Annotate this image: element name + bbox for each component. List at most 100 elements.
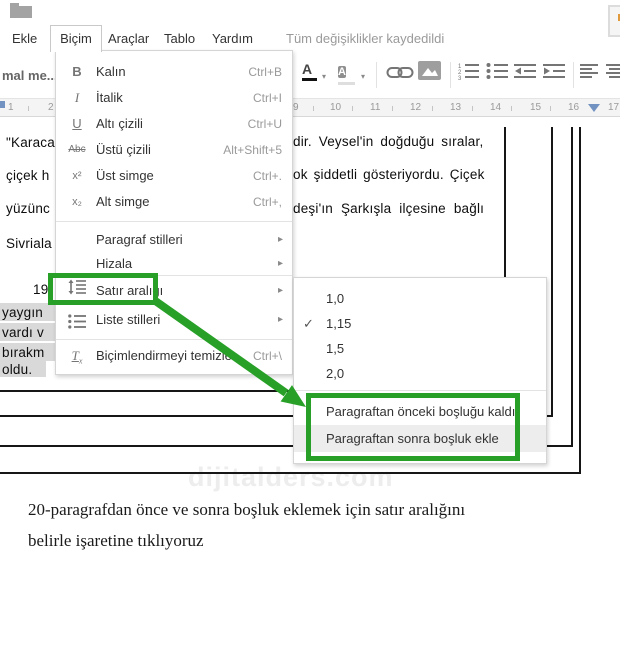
- highlight-color-button[interactable]: A: [338, 62, 355, 85]
- annotation-box-paragraph-actions: [306, 393, 520, 461]
- menu-item-shortcut: Ctrl+.: [252, 169, 282, 183]
- doc-text-selected: vardı v: [2, 325, 44, 340]
- ruler-number: 13: [450, 102, 462, 113]
- doc-text: "Karaca: [6, 135, 55, 150]
- ruler-number: 14: [490, 102, 502, 113]
- menu-tablo[interactable]: Tablo: [164, 31, 195, 46]
- margin-marker-icon[interactable]: [588, 104, 600, 112]
- menu-item-alti-cizili[interactable]: U Altı çizili Ctrl+U: [56, 111, 292, 137]
- menu-araclar[interactable]: Araçlar: [108, 31, 149, 46]
- folder-icon[interactable]: [10, 3, 32, 18]
- frame-line: [551, 127, 553, 417]
- svg-text:3: 3: [458, 76, 462, 80]
- menu-item-shortcut: Ctrl+U: [247, 117, 282, 131]
- superscript-icon: x²: [72, 170, 82, 182]
- doc-text-selected: oldu.: [2, 362, 33, 377]
- option-label: 1,15: [326, 316, 352, 331]
- underline-icon: U: [72, 116, 82, 131]
- ruler-number: 2: [48, 102, 54, 113]
- spacing-option-1-15[interactable]: ✓ 1,15: [294, 311, 546, 337]
- toolbar-separator: [573, 62, 574, 88]
- menu-item-ustu-cizili[interactable]: Abc Üstü çizili Alt+Shift+5: [56, 137, 292, 163]
- highlight-glyph: A: [338, 66, 346, 78]
- menu-item-label: Üst simge: [96, 168, 154, 183]
- frame-line: [0, 472, 581, 474]
- option-label: 1,5: [326, 341, 345, 356]
- text-color-glyph: A: [302, 61, 313, 77]
- doc-text-selected: bırakm: [2, 345, 45, 360]
- numbered-list-icon[interactable]: 123: [457, 63, 479, 85]
- menu-item-label: Kalın: [96, 64, 126, 79]
- watermark: dijitalders.com: [188, 462, 394, 492]
- menu-item-label: İtalik: [96, 90, 123, 105]
- align-left-icon[interactable]: [580, 63, 598, 85]
- menu-bicim[interactable]: Biçim: [50, 25, 102, 52]
- doc-text: yüzünc: [6, 201, 50, 216]
- insert-image-icon[interactable]: [418, 61, 441, 85]
- ruler-number: 17: [608, 102, 620, 113]
- ruler-number: 1: [8, 102, 14, 113]
- menu-separator: [294, 390, 546, 391]
- menu-item-shortcut: Ctrl+I: [252, 91, 282, 105]
- paragraph-style-dropdown[interactable]: mal me...: [2, 68, 58, 83]
- list-styles-icon: [65, 312, 89, 338]
- subscript-icon: x₂: [72, 196, 82, 208]
- caption-line-2: belirle işaretine tıklıyoruz: [28, 531, 204, 550]
- submenu-arrow-icon: ▸: [277, 258, 283, 269]
- frame-line: [571, 127, 573, 447]
- menu-item-shortcut: Alt+Shift+5: [223, 143, 282, 157]
- ruler-number: 15: [530, 102, 542, 113]
- doc-text: Sivriala: [6, 236, 52, 251]
- ruler-number: 9: [293, 102, 299, 113]
- menu-item-shortcut: Ctrl+,: [252, 195, 282, 209]
- menu-item-shortcut: Ctrl+B: [248, 65, 282, 79]
- doc-text: 19: [33, 282, 49, 297]
- strikethrough-icon: Abc: [68, 144, 86, 155]
- doc-text: ok şiddetli gösteriyordu. Çiçek: [293, 167, 485, 182]
- ruler-number: 11: [370, 102, 381, 113]
- menu-ekle[interactable]: Ekle: [12, 31, 37, 46]
- spacing-option-1-0[interactable]: 1,0: [294, 286, 546, 312]
- menu-item-paragraf-stilleri[interactable]: Paragraf stilleri ▸: [56, 227, 292, 253]
- toolbar-separator: [450, 62, 451, 88]
- text-color-bar: [302, 78, 317, 81]
- menu-item-ust-simge[interactable]: x² Üst simge Ctrl+.: [56, 163, 292, 189]
- text-color-chevron-icon[interactable]: ▾: [322, 72, 326, 81]
- menu-item-label: Paragraf stilleri: [96, 232, 183, 247]
- highlight-bar: [338, 82, 355, 85]
- menu-yardim[interactable]: Yardım: [212, 31, 253, 46]
- annotation-arrow-icon: [151, 296, 306, 407]
- ruler-number: 12: [410, 102, 422, 113]
- clear-formatting-icon: Tx: [71, 348, 83, 366]
- align-center-icon[interactable]: [606, 63, 620, 85]
- option-label: 1,0: [326, 291, 345, 306]
- option-label: 2,0: [326, 366, 345, 381]
- text-color-button[interactable]: A: [302, 62, 317, 81]
- ruler-number: 16: [568, 102, 580, 113]
- menu-item-italik[interactable]: I İtalik Ctrl+I: [56, 85, 292, 111]
- spacing-option-2-0[interactable]: 2,0: [294, 361, 546, 387]
- decrease-indent-icon[interactable]: [514, 63, 536, 85]
- spacing-option-1-5[interactable]: 1,5: [294, 336, 546, 362]
- doc-text: çiçek h: [6, 168, 50, 183]
- ruler-number: 10: [330, 102, 342, 113]
- doc-text-selected: yaygın: [2, 305, 43, 320]
- caption-line-1: 20-paragrafdan önce ve sonra boşluk ekle…: [28, 500, 466, 519]
- menu-item-label: Altı çizili: [96, 116, 143, 131]
- bold-icon: B: [72, 64, 82, 79]
- top-right-button[interactable]: [608, 5, 620, 37]
- indent-marker[interactable]: [0, 101, 5, 108]
- menu-item-label: Üstü çizili: [96, 142, 151, 157]
- menu-item-alt-simge[interactable]: x₂ Alt simge Ctrl+,: [56, 189, 292, 215]
- bulleted-list-icon[interactable]: [486, 63, 508, 85]
- save-status: Tüm değişiklikler kaydedildi: [286, 31, 445, 46]
- increase-indent-icon[interactable]: [543, 63, 565, 85]
- highlight-chevron-icon[interactable]: ▾: [361, 72, 365, 81]
- doc-text: dir. Veysel'in doğduğu sıralar,: [293, 134, 484, 149]
- insert-link-icon[interactable]: [386, 66, 414, 84]
- menu-separator: [56, 221, 292, 222]
- app-window: Ekle Biçim Araçlar Tablo Yardım Tüm deği…: [0, 0, 620, 646]
- submenu-arrow-icon: ▸: [277, 234, 283, 245]
- italic-icon: I: [74, 90, 80, 105]
- menu-item-kalin[interactable]: B Kalın Ctrl+B: [56, 59, 292, 85]
